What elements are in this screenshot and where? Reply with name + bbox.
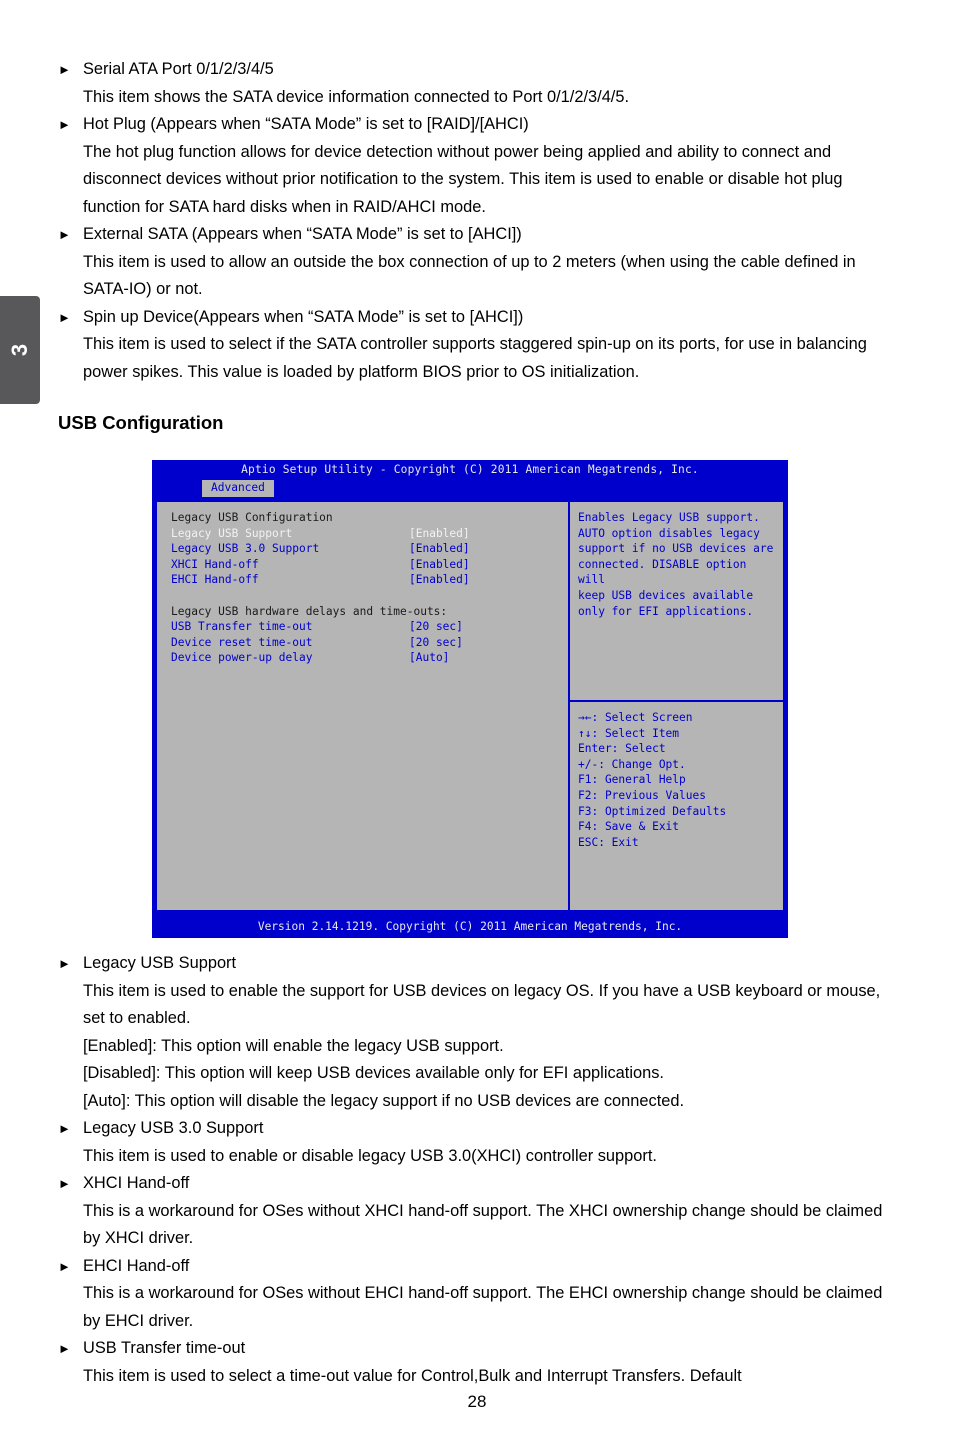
bullet-body: The hot plug function allows for device … [83, 142, 843, 216]
bullet-item-legacy-usb-30-support: ► Legacy USB 3.0 Support [58, 1115, 896, 1143]
page-upper-content: ► Serial ATA Port 0/1/2/3/4/5 This item … [58, 56, 896, 448]
bios-row-value: [Enabled] [409, 526, 470, 540]
bios-row-device-reset-time-out[interactable]: Device reset time-out [20 sec] [171, 635, 568, 651]
bios-spacer [171, 588, 568, 604]
bios-row-label: USB Transfer time-out [171, 620, 313, 634]
bios-row-value: [20 sec] [409, 635, 463, 649]
bios-row-xhci-hand-off[interactable]: XHCI Hand-off [Enabled] [171, 557, 568, 573]
nav-key-previous-values: F2: Previous Values [578, 788, 706, 802]
bios-row-value: [Enabled] [409, 557, 470, 571]
bullet-marker-icon: ► [58, 1121, 71, 1136]
page-number: 28 [467, 1392, 487, 1411]
bullet-title: Legacy USB 3.0 Support [83, 1119, 264, 1137]
bullet-item-hot-plug: ► Hot Plug (Appears when “SATA Mode” is … [58, 111, 896, 139]
bullet-item-spin-up-device: ► Spin up Device(Appears when “SATA Mode… [58, 304, 896, 332]
bullet-marker-icon: ► [58, 1176, 71, 1191]
bullet-marker-icon: ► [58, 1341, 71, 1356]
section-heading: USB Configuration [58, 412, 224, 433]
bullet-title: Serial ATA Port 0/1/2/3/4/5 [83, 60, 274, 78]
bullet-body: This item is used to enable the support … [83, 981, 881, 1028]
bullet-body: This item is used to select a time-out v… [83, 1366, 742, 1385]
bios-row-label: Device reset time-out [171, 635, 313, 649]
bullet-title: XHCI Hand-off [83, 1174, 190, 1192]
bullet-marker-icon: ► [58, 227, 71, 242]
nav-key-select-screen: →←: Select Screen [578, 711, 693, 724]
bios-body: Legacy USB Configuration Legacy USB Supp… [155, 500, 785, 912]
bios-row-device-power-up-delay[interactable]: Device power-up delay [Auto] [171, 650, 568, 666]
bios-row-usb-transfer-time-out[interactable]: USB Transfer time-out [20 sec] [171, 619, 568, 635]
bios-nav-keys-panel: →←: Select Screen ↑↓: Select Item Enter:… [570, 702, 783, 850]
bios-row-label: Device power-up delay [171, 651, 313, 665]
bios-row-legacy-usb-30-support[interactable]: Legacy USB 3.0 Support [Enabled] [171, 541, 568, 557]
bios-help-line: support if no USB devices are [578, 542, 774, 556]
bullet-body: This item is used to allow an outside th… [83, 252, 856, 299]
bullet-title: Spin up Device(Appears when “SATA Mode” … [83, 307, 524, 326]
bullet-item-usb-transfer-time-out: ► USB Transfer time-out [58, 1335, 896, 1363]
bios-footer-version: Version 2.14.1219. Copyright (C) 2011 Am… [152, 916, 788, 938]
bullet-item-serial-ata-port: ► Serial ATA Port 0/1/2/3/4/5 [58, 56, 896, 84]
bios-group-header: Legacy USB Configuration [171, 511, 333, 524]
bullet-marker-icon: ► [58, 117, 71, 132]
bios-delays-header: Legacy USB hardware delays and time-outs… [171, 604, 448, 618]
page-lower-content: ► Legacy USB Support This item is used t… [58, 950, 896, 1390]
bullet-body-option-auto: [Auto]: This option will disable the leg… [83, 1091, 685, 1110]
bios-tab-bar: Advanced [152, 480, 788, 497]
bios-row-legacy-usb-support[interactable]: Legacy USB Support [Enabled] [171, 526, 568, 542]
nav-key-general-help: F1: General Help [578, 773, 686, 787]
bullet-title: USB Transfer time-out [83, 1339, 246, 1357]
bullet-title: Hot Plug (Appears when “SATA Mode” is se… [83, 115, 529, 133]
nav-key-change-opt: +/-: Change Opt. [578, 757, 686, 771]
bios-help-panel: Enables Legacy USB support. AUTO option … [570, 502, 783, 702]
bullet-body: This is a workaround for OSes without EH… [83, 1284, 883, 1330]
nav-key-select-item: ↑↓: Select Item [578, 726, 680, 740]
bullet-body: This item is used to enable or disable l… [83, 1146, 657, 1165]
bullet-body: This item is used to select if the SATA … [83, 335, 867, 381]
bios-row-value: [Auto] [409, 651, 450, 665]
bullet-item-ehci-hand-off: ► EHCI Hand-off [58, 1253, 896, 1281]
bullet-title: EHCI Hand-off [83, 1256, 190, 1275]
bullet-item-external-sata: ► External SATA (Appears when “SATA Mode… [58, 221, 896, 249]
bullet-body-option-disabled: [Disabled]: This option will keep USB de… [83, 1064, 664, 1082]
chapter-tab: 3 [0, 296, 40, 404]
bios-row-label: XHCI Hand-off [171, 557, 259, 571]
bullet-title: Legacy USB Support [83, 954, 237, 972]
tab-advanced[interactable]: Advanced [202, 480, 274, 497]
nav-key-esc-exit: ESC: Exit [578, 835, 639, 849]
bios-row-label: Legacy USB Support [171, 526, 293, 540]
bullet-body: This is a workaround for OSes without XH… [83, 1201, 883, 1248]
bios-row-label: Legacy USB 3.0 Support [171, 542, 320, 556]
bullet-title: External SATA (Appears when “SATA Mode” … [83, 225, 522, 243]
bios-help-line: keep USB devices available [578, 588, 754, 602]
bios-title: Aptio Setup Utility - Copyright (C) 2011… [241, 463, 699, 476]
bios-help-line: connected. DISABLE option will [578, 557, 747, 587]
nav-key-optimized-defaults: F3: Optimized Defaults [578, 804, 727, 818]
bios-row-ehci-hand-off[interactable]: EHCI Hand-off [Enabled] [171, 572, 568, 588]
bios-side-panel: Enables Legacy USB support. AUTO option … [568, 502, 783, 910]
bullet-marker-icon: ► [58, 309, 71, 325]
bios-row-label: EHCI Hand-off [171, 573, 259, 587]
bullet-marker-icon: ► [58, 956, 71, 971]
bullet-item-xhci-hand-off: ► XHCI Hand-off [58, 1170, 896, 1198]
bios-row-value: [Enabled] [409, 573, 470, 587]
bullet-marker-icon: ► [58, 1258, 71, 1274]
bios-settings-panel: Legacy USB Configuration Legacy USB Supp… [157, 502, 568, 910]
bios-help-line: Enables Legacy USB support. [578, 511, 760, 524]
bios-screenshot: Aptio Setup Utility - Copyright (C) 2011… [152, 460, 788, 938]
bios-row-value: [Enabled] [409, 542, 470, 556]
bios-help-line: AUTO option disables legacy [578, 526, 760, 540]
bios-help-line: only for EFI applications. [578, 604, 754, 618]
nav-key-enter-select: Enter: Select [578, 742, 666, 756]
bullet-body-option-enabled: [Enabled]: This option will enable the l… [83, 1036, 504, 1055]
nav-key-save-exit: F4: Save & Exit [578, 820, 680, 834]
bios-row-value: [20 sec] [409, 620, 463, 634]
bullet-body: This item shows the SATA device informat… [83, 87, 630, 106]
bullet-marker-icon: ► [58, 62, 71, 77]
bullet-item-legacy-usb-support: ► Legacy USB Support [58, 950, 896, 978]
